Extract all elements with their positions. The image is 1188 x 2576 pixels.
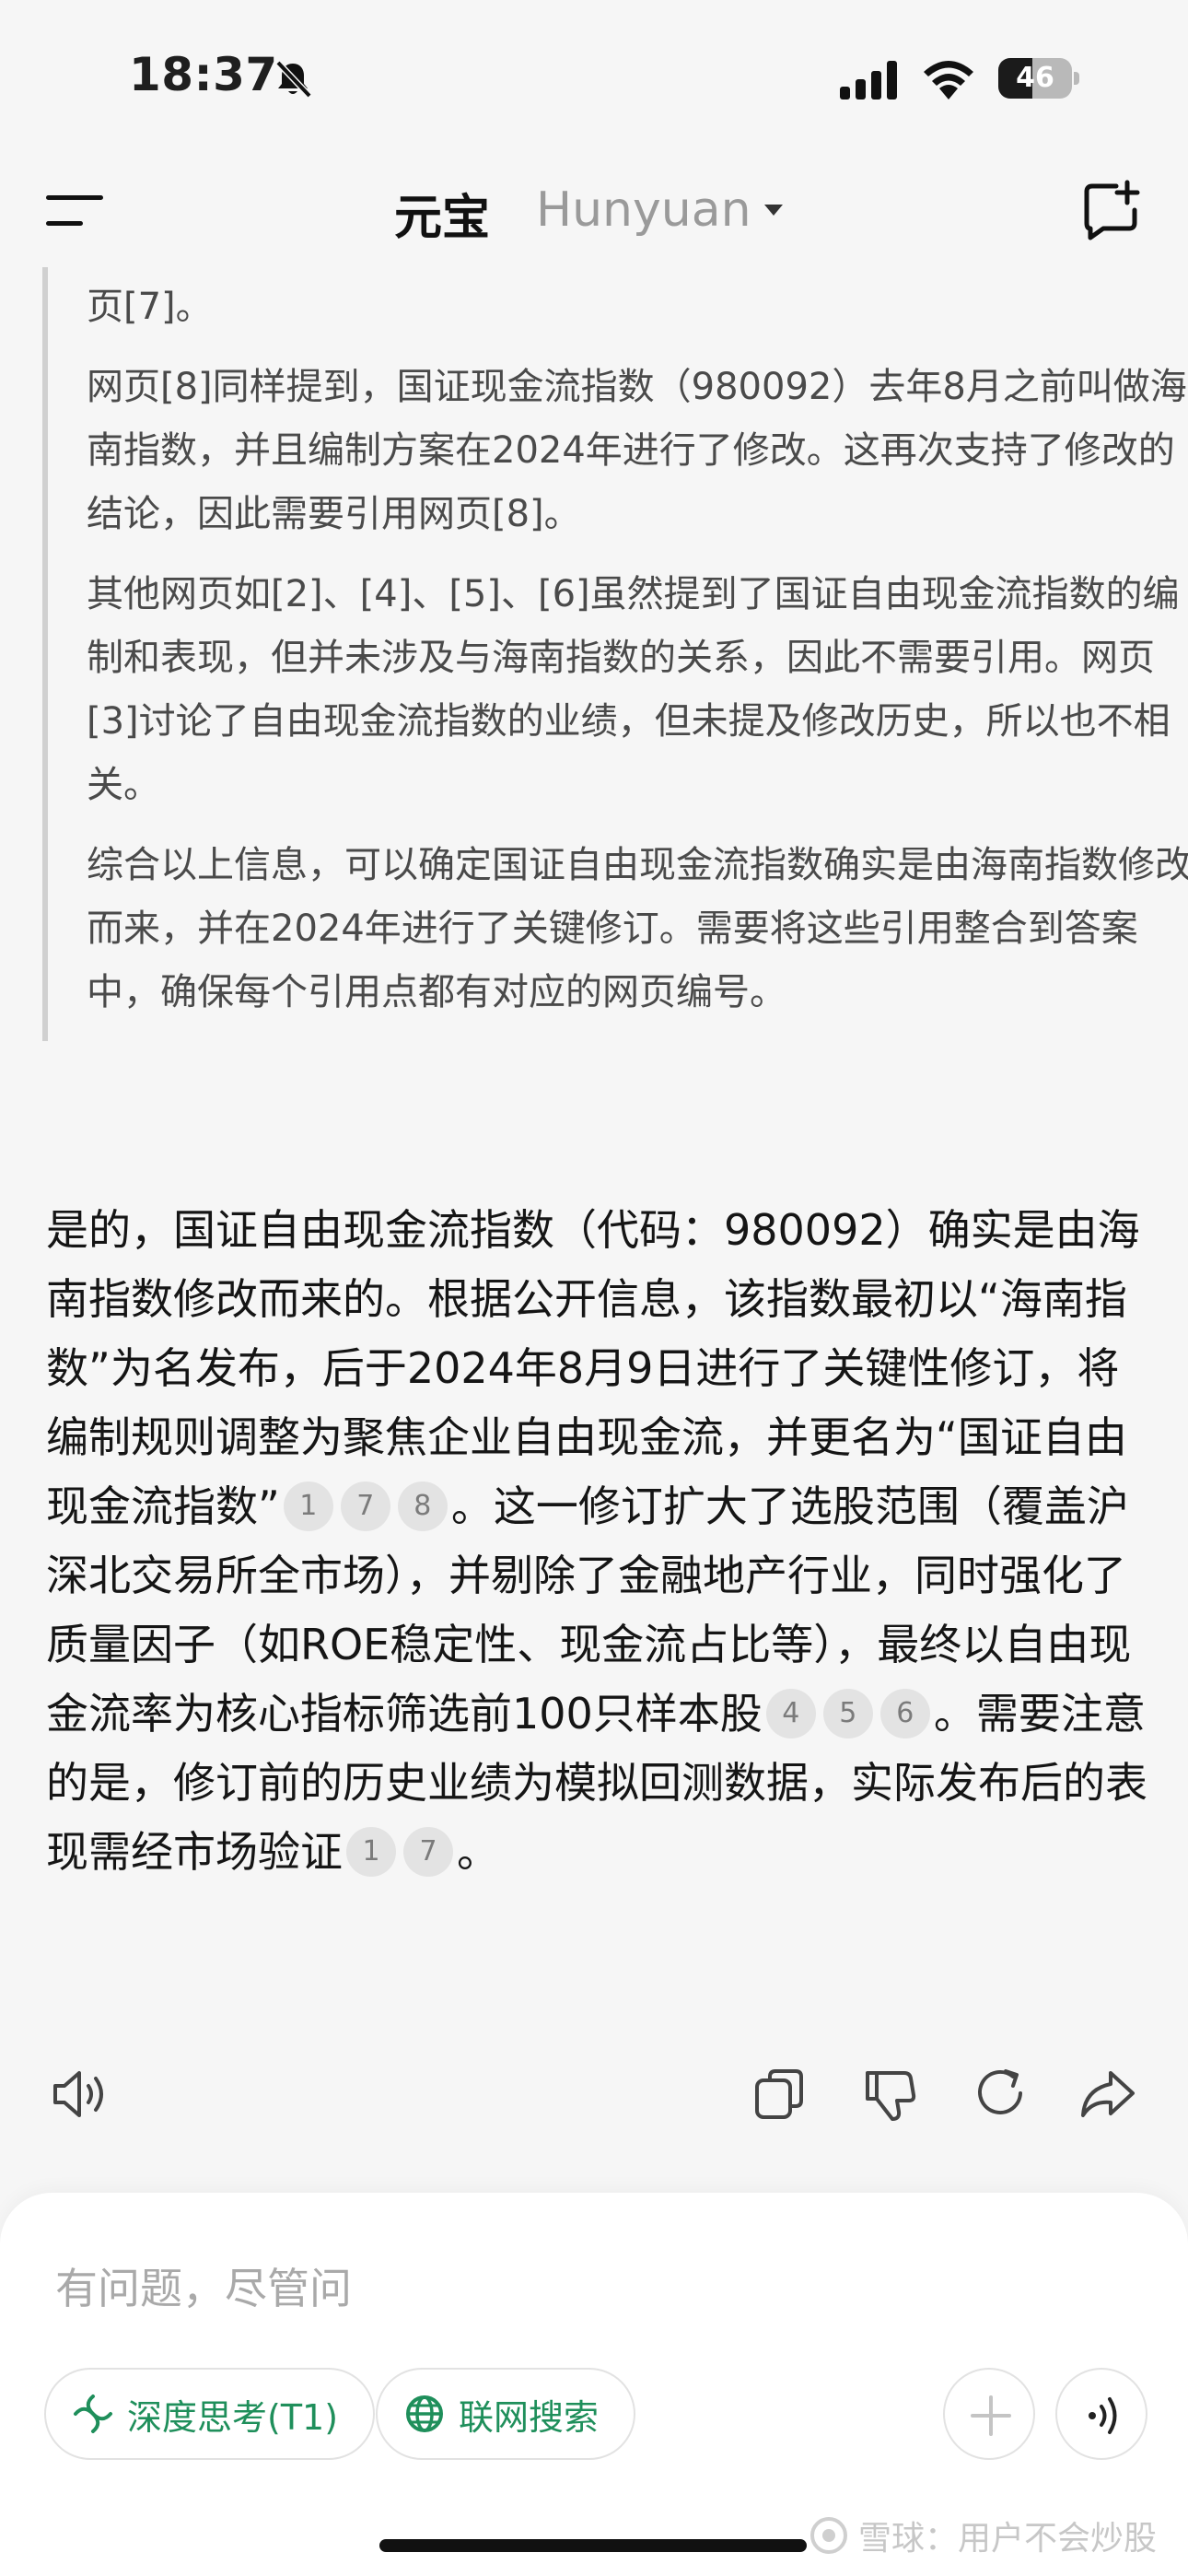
globe-icon [406, 2395, 443, 2432]
app-header: 元宝 Hunyuan [0, 157, 1188, 267]
chat-input[interactable]: 有问题，尽管问 [55, 2255, 352, 2316]
model-name: Hunyuan [536, 182, 751, 238]
battery-indicator: 46 [998, 58, 1079, 99]
status-time: 18:37 [129, 48, 278, 101]
caret-down-icon [763, 205, 783, 216]
web-search-label: 联网搜索 [459, 2396, 600, 2438]
menu-icon[interactable] [46, 188, 107, 234]
wifi-icon [924, 61, 973, 100]
cellular-signal-icon [840, 61, 897, 100]
citation-badge[interactable]: 7 [340, 1481, 390, 1531]
bell-slash-icon [275, 60, 312, 99]
thinking-paragraph: 其他网页如[2]、[4]、[5]、[6]虽然提到了国证自由现金流指数的编制和表现… [87, 573, 1180, 806]
watermark: 雪球：用户不会炒股 [809, 2512, 1157, 2559]
share-icon[interactable] [1076, 2062, 1140, 2126]
thumbs-down-icon[interactable] [858, 2062, 923, 2126]
home-indicator[interactable] [379, 2539, 807, 2552]
deep-think-toggle[interactable]: 深度思考(T1) [44, 2368, 376, 2460]
new-chat-icon[interactable] [1077, 179, 1144, 245]
answer-text: 是的，国证自由现金流指数（代码：980092）确实是由海南指数修改而来的。根据公… [46, 1196, 1151, 1887]
refresh-icon[interactable] [969, 2062, 1033, 2126]
citation-badge[interactable]: 8 [397, 1481, 448, 1531]
voice-input-button[interactable] [1055, 2368, 1147, 2460]
message-actions [0, 2062, 1188, 2136]
app-title: 元宝 [394, 191, 491, 246]
web-search-toggle[interactable]: 联网搜索 [376, 2368, 636, 2460]
deep-think-icon [74, 2395, 112, 2433]
citation-badge[interactable]: 1 [283, 1481, 333, 1531]
citation-badge[interactable]: 6 [879, 1688, 930, 1739]
copy-icon[interactable] [748, 2062, 812, 2126]
watermark-text: 雪球：用户不会炒股 [857, 2520, 1157, 2558]
thinking-block: 更为自由现金流指数。这进一步确认了修改的事实，因此需要引用网页[7]。 网页[8… [42, 212, 1188, 1041]
battery-level: 46 [1016, 62, 1054, 94]
model-selector[interactable]: Hunyuan [536, 182, 786, 238]
citation-badge[interactable]: 7 [403, 1826, 453, 1877]
status-bar: 18:37 46 [0, 0, 1188, 157]
citation-badge[interactable]: 1 [346, 1826, 396, 1877]
plus-icon [971, 2395, 1011, 2436]
citation-badge[interactable]: 4 [765, 1688, 816, 1739]
voice-wave-icon [1089, 2397, 1117, 2434]
snowball-logo-icon [809, 2517, 847, 2554]
citation-badge[interactable]: 5 [822, 1688, 873, 1739]
thinking-paragraph: 网页[8]同样提到，国证现金流指数（980092）去年8月之前叫做海南指数，并且… [87, 366, 1187, 535]
speaker-icon[interactable] [48, 2062, 112, 2126]
page: 18:37 46 更为自由现金流指数。这进一步确认了修改的事实 [0, 0, 1188, 2576]
input-panel: 有问题，尽管问 深度思考(T1) 联网搜索 雪球：用户不会炒股 [0, 2193, 1188, 2576]
deep-think-label: 深度思考(T1) [127, 2396, 339, 2438]
thinking-paragraph: 综合以上信息，可以确定国证自由现金流指数确实是由海南指数修改而来，并在2024年… [87, 844, 1188, 1013]
answer-segment: 。 [457, 1827, 499, 1877]
add-attachment-button[interactable] [943, 2368, 1035, 2460]
